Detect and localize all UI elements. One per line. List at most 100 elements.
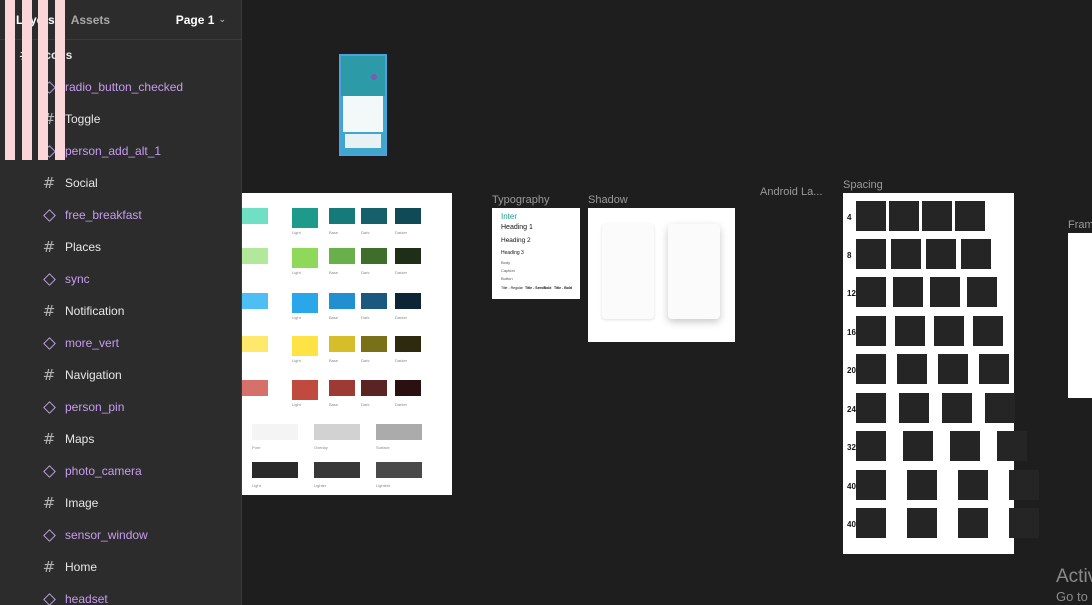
spacing-block	[958, 470, 988, 500]
layer-item[interactable]: # Maps	[0, 423, 241, 455]
color-swatch[interactable]	[329, 248, 355, 264]
color-swatch[interactable]	[329, 208, 355, 224]
spacing-frame[interactable]: 4 8 12 16 20 24 32 40 40	[843, 193, 1039, 554]
color-swatch[interactable]	[361, 208, 387, 224]
frame-label-android[interactable]: Android La...	[760, 186, 822, 198]
spacing-block	[907, 470, 937, 500]
spacing-block	[961, 239, 991, 269]
swatch-label: Light	[292, 230, 301, 235]
neutral-swatch[interactable]	[314, 462, 360, 478]
layout-column	[38, 0, 48, 160]
layer-item[interactable]: headset	[0, 583, 241, 605]
swatch-label: Base	[329, 315, 339, 320]
neutral-swatch[interactable]	[252, 424, 298, 440]
spacing-value-label: 12	[847, 289, 856, 298]
neutral-swatch[interactable]	[376, 424, 422, 440]
color-swatch[interactable]	[395, 336, 421, 352]
typography-frame[interactable]: Inter Heading 1 Heading 2 Heading 3 Body…	[492, 208, 580, 299]
layer-item[interactable]: photo_camera	[0, 455, 241, 487]
activation-watermark-subtitle: Go to	[1056, 589, 1088, 604]
layer-item[interactable]: person_add_alt_1	[0, 135, 241, 167]
page-selector[interactable]: Page 1 ⌄	[176, 13, 226, 27]
spacing-block	[889, 201, 919, 231]
thumb-header	[341, 56, 385, 96]
spacing-block	[934, 316, 964, 346]
layer-item[interactable]: # Home	[0, 551, 241, 583]
thumb-card	[345, 134, 381, 148]
layer-item[interactable]: person_pin	[0, 391, 241, 423]
spacing-block	[958, 508, 988, 538]
frame-hash-icon: #	[42, 429, 56, 448]
frame-label-typography[interactable]: Typography	[492, 194, 549, 206]
color-swatch[interactable]	[361, 293, 387, 309]
frame-hash-icon: #	[42, 237, 56, 256]
page-selector-label: Page 1	[175, 12, 215, 27]
layer-item[interactable]: sensor_window	[0, 519, 241, 551]
frame-label-spacing[interactable]: Spacing	[843, 179, 883, 191]
partial-frame[interactable]	[1068, 233, 1092, 398]
component-diamond-icon	[42, 336, 56, 350]
spacing-block	[856, 239, 886, 269]
component-diamond-icon	[42, 400, 56, 414]
spacing-block	[856, 316, 886, 346]
color-swatch[interactable]	[242, 248, 268, 264]
shadow-sample-small	[602, 224, 654, 319]
color-swatch[interactable]	[292, 248, 318, 268]
layer-label: Image	[65, 496, 99, 510]
color-swatch[interactable]	[361, 336, 387, 352]
mobile-screen-thumbnail[interactable]	[339, 54, 387, 156]
layer-label: Home	[65, 560, 98, 574]
color-swatch[interactable]	[395, 380, 421, 396]
layer-label: Navigation	[65, 368, 122, 382]
color-swatch[interactable]	[242, 380, 268, 396]
layer-item[interactable]: # Notification	[0, 295, 241, 327]
color-swatch[interactable]	[361, 248, 387, 264]
color-swatch[interactable]	[329, 336, 355, 352]
neutral-swatch[interactable]	[376, 462, 422, 478]
layout-column	[5, 0, 15, 160]
spacing-value-label: 24	[847, 405, 856, 414]
swatch-label: Dark	[361, 402, 370, 407]
tab-assets[interactable]: Assets	[71, 13, 110, 27]
layer-item[interactable]: radio_button_checked	[0, 71, 241, 103]
color-swatch[interactable]	[395, 248, 421, 264]
frame-label-partial[interactable]: Fram	[1068, 219, 1092, 231]
color-swatch[interactable]	[329, 380, 355, 396]
color-swatch[interactable]	[329, 293, 355, 309]
layer-item[interactable]: # Toggle	[0, 103, 241, 135]
spacing-block	[967, 277, 997, 307]
layer-item[interactable]: # Social	[0, 167, 241, 199]
spacing-block	[926, 239, 956, 269]
color-swatch[interactable]	[395, 293, 421, 309]
color-swatch[interactable]	[292, 380, 318, 400]
shadow-frame[interactable]	[588, 208, 735, 342]
layer-item[interactable]: more_vert	[0, 327, 241, 359]
layer-item[interactable]: # Navigation	[0, 359, 241, 391]
frame-hash-icon: #	[42, 173, 56, 192]
neutral-swatch[interactable]	[252, 462, 298, 478]
layer-label: sensor_window	[65, 528, 148, 542]
color-swatch[interactable]	[292, 336, 318, 356]
layer-item[interactable]: # Places	[0, 231, 241, 263]
layer-label: Maps	[65, 432, 95, 446]
color-swatch[interactable]	[242, 336, 268, 352]
layer-item[interactable]: sync	[0, 263, 241, 295]
neutral-swatch[interactable]	[314, 424, 360, 440]
spacing-block	[899, 393, 929, 423]
color-swatch[interactable]	[395, 208, 421, 224]
color-palette-frame[interactable]: Light Base Dark Darker Light Base Dark Darker Li…	[242, 193, 452, 495]
color-swatch[interactable]	[242, 208, 268, 224]
color-swatch[interactable]	[361, 380, 387, 396]
color-swatch[interactable]	[292, 208, 318, 228]
spacing-block	[891, 239, 921, 269]
layer-root-icons[interactable]: # Icons	[0, 39, 241, 71]
layer-item[interactable]: free_breakfast	[0, 199, 241, 231]
typo-title-semibold: Title - SemiBold	[525, 286, 552, 290]
layer-item[interactable]: # Image	[0, 487, 241, 519]
color-swatch[interactable]	[292, 293, 318, 313]
spacing-block	[973, 316, 1003, 346]
frame-label-shadow[interactable]: Shadow	[588, 194, 628, 206]
swatch-label: Light	[292, 270, 301, 275]
color-swatch[interactable]	[242, 293, 268, 309]
shadow-sample-large	[668, 224, 720, 319]
